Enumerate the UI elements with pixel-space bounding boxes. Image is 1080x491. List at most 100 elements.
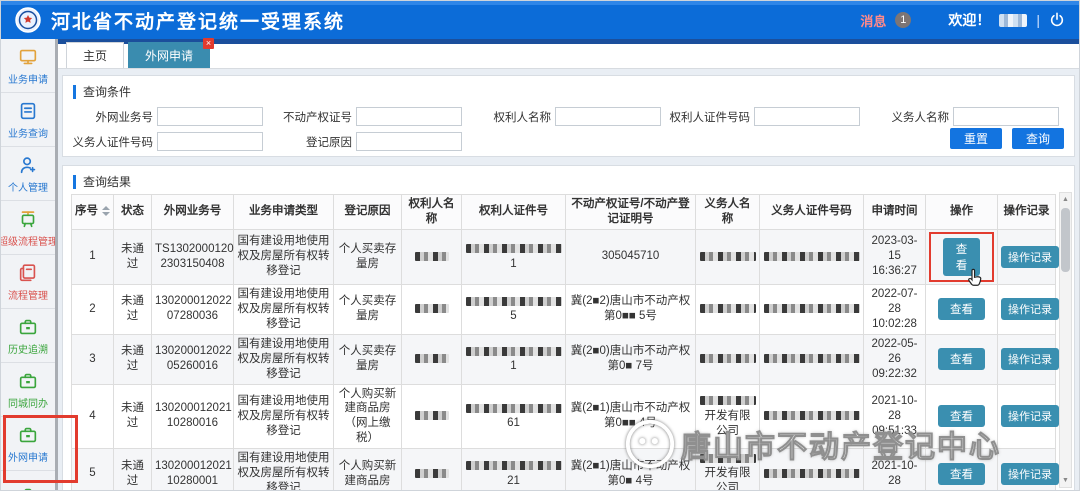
cell-action: 查看 [926,229,998,284]
view-button[interactable]: 查看 [938,298,985,320]
cell-apply-time: 2021-10-28 [864,449,926,491]
cell-record: 操作记录 [998,229,1056,284]
view-button[interactable]: 查看 [938,463,985,485]
redacted-text [466,244,562,253]
cell-cert-no: 冀(2■0)唐山市不动产权第0■ 7号 [566,334,696,384]
briefcase-icon [17,370,39,392]
query-input[interactable] [157,132,263,151]
panel-accent-bar [73,175,76,189]
redacted-text [466,347,562,356]
operation-record-button[interactable]: 操作记录 [1001,348,1059,370]
column-header[interactable]: 序号 [72,195,114,230]
operation-record-button[interactable]: 操作记录 [1001,405,1059,427]
scrollbar-thumb[interactable] [1061,208,1070,272]
cell-type: 国有建设用地使用权及房屋所有权转移登记 [234,229,334,284]
cell-apply-time: 2022-07-2810:02:28 [864,284,926,334]
results-panel-title: 查询结果 [83,173,131,190]
sidebar-item-label: 流程管理 [8,287,48,302]
search-button[interactable]: 查询 [1012,128,1064,149]
sidebar-item-label: 外网申请 [8,449,48,464]
view-button[interactable]: 查看 [938,405,985,427]
table-row: 3未通过13020001202205260016国有建设用地使用权及房屋所有权转… [72,334,1056,384]
query-field-label: 义务人名称 [867,109,953,125]
query-field-group: 权利人证件号码 [668,107,867,126]
query-field-group: 登记原因 [270,132,469,151]
redacted-text [466,404,562,413]
sidebar-item-同城同办[interactable]: 同城同办 [1,363,55,417]
cell-apply-time: 2023-03-1516:36:27 [864,229,926,284]
cell-biz-no: 13020001202205260016 [152,334,234,384]
cell-type: 国有建设用地使用权及房屋所有权转移登记 [234,334,334,384]
emblem-icon [15,7,41,33]
cell-cert-no: 305045710 [566,229,696,284]
cell-holder-name [402,449,462,491]
operation-record-button[interactable]: 操作记录 [1001,298,1059,320]
redacted-text [700,252,756,261]
panel-accent-bar [73,85,76,99]
view-button[interactable]: 查看 [938,348,985,370]
power-icon [1049,12,1065,28]
query-conditions-panel: 查询条件 外网业务号不动产权证号权利人名称权利人证件号码义务人名称义务人证件号码… [62,75,1075,157]
cell-obligor-id [760,229,864,284]
query-input[interactable] [754,107,860,126]
redacted-text [700,304,756,313]
cell-action: 查看 [926,449,998,491]
sidebar-item-partial-8[interactable] [1,471,55,491]
briefcase-icon [17,485,39,491]
query-field-group: 义务人名称 [867,107,1066,126]
sidebar-item-流程管理[interactable]: 流程管理 [1,255,55,309]
cell-record: 操作记录 [998,284,1056,334]
redacted-text [764,469,860,478]
cell-biz-no: TS13020001202303150408 [152,229,234,284]
query-input[interactable] [356,132,462,151]
scroll-down-icon[interactable]: ▼ [1060,474,1071,487]
cell-status: 未通过 [114,334,152,384]
monitor-icon [17,46,39,68]
column-header: 义务人证件号码 [760,195,864,230]
tab-主页[interactable]: 主页 [66,42,124,68]
query-input[interactable] [157,107,263,126]
scroll-up-icon[interactable]: ▲ [1060,193,1071,206]
table-scrollbar[interactable]: ▲ ▼ [1059,192,1072,488]
cell-obligor-name [696,229,760,284]
sidebar-item-个人管理[interactable]: 个人管理 [1,147,55,201]
cell-holder-id: 61 [462,384,566,449]
sidebar-item-历史追溯[interactable]: 历史追溯 [1,309,55,363]
messages-link[interactable]: 消息 [860,11,886,30]
operation-record-button[interactable]: 操作记录 [1001,246,1059,268]
cell-holder-name [402,384,462,449]
cell-holder-id: 5 [462,284,566,334]
cell-obligor-name [696,284,760,334]
cell-status: 未通过 [114,229,152,284]
column-header: 申请时间 [864,195,926,230]
column-header: 权利人名称 [402,195,462,230]
column-header: 操作记录 [998,195,1056,230]
sidebar-item-业务查询[interactable]: 业务查询 [1,93,55,147]
messages-count-badge[interactable]: 1 [895,12,911,28]
query-input[interactable] [356,107,462,126]
sidebar-item-外网申请[interactable]: 外网申请 [1,417,55,471]
reset-button[interactable]: 重置 [950,128,1002,149]
cell-biz-no: 13020001202110280016 [152,384,234,449]
cell-type: 国有建设用地使用权及房屋所有权转移登记 [234,449,334,491]
document-icon [17,262,39,284]
sidebar-item-业务申请[interactable]: 业务申请 [1,39,55,93]
cell-seq: 3 [72,334,114,384]
column-header: 权利人证件号 [462,195,566,230]
sort-icon[interactable] [102,206,110,216]
tab-外网申请[interactable]: 外网申请× [128,42,210,68]
redacted-text [415,304,449,313]
cell-seq: 2 [72,284,114,334]
app-window: 河北省不动产登记统一受理系统 消息 1 欢迎！ | 业务申请业务查询个人管理超级… [0,0,1080,491]
column-header: 业务申请类型 [234,195,334,230]
username-redacted [999,14,1027,27]
operation-record-button[interactable]: 操作记录 [1001,463,1059,485]
logout-button[interactable] [1049,12,1065,28]
sidebar-item-超级流程管理[interactable]: 超级流程管理 [1,201,55,255]
redacted-text [466,297,562,306]
tab-close-icon[interactable]: × [203,38,214,49]
query-input[interactable] [953,107,1059,126]
cell-obligor-name [696,334,760,384]
query-input[interactable] [555,107,661,126]
query-field-label: 登记原因 [270,134,356,150]
